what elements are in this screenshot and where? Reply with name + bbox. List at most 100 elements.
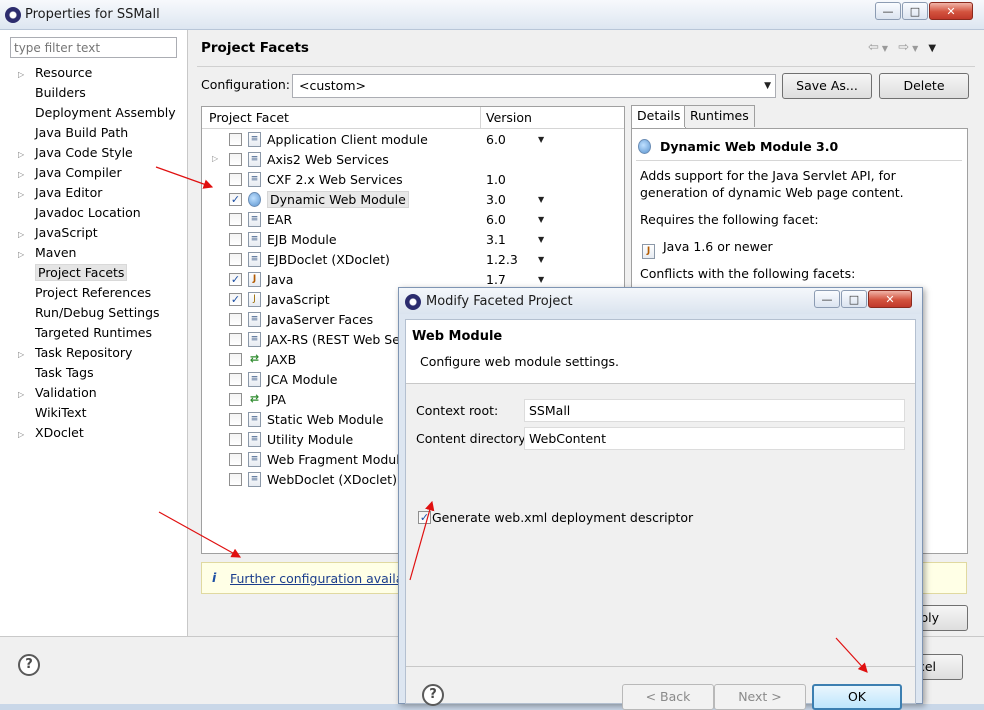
- facet-checkbox[interactable]: ✓: [229, 273, 242, 286]
- facet-checkbox[interactable]: [229, 133, 242, 146]
- maximize-button[interactable]: □: [902, 2, 928, 20]
- facet-checkbox[interactable]: [229, 393, 242, 406]
- tree-expand-icon[interactable]: ▷: [212, 154, 218, 163]
- nav-item[interactable]: Targeted Runtimes: [18, 323, 152, 343]
- tree-expand-icon[interactable]: ▷: [18, 385, 35, 405]
- tree-expand-icon[interactable]: ▷: [18, 245, 35, 265]
- dialog-close-button[interactable]: ✕: [868, 290, 912, 308]
- facet-row[interactable]: ≡ Application Client module 6.0 ▼: [202, 130, 624, 150]
- dialog-help-icon[interactable]: ?: [422, 684, 444, 706]
- nav-item[interactable]: ▷ Maven: [18, 243, 76, 263]
- version-dropdown-icon[interactable]: ▼: [538, 215, 544, 224]
- facet-row[interactable]: ≡ EAR 6.0 ▼: [202, 210, 624, 230]
- facet-row[interactable]: ≡ CXF 2.x Web Services 1.0: [202, 170, 624, 190]
- facet-version[interactable]: 3.0: [486, 192, 506, 207]
- facet-version[interactable]: 3.1: [486, 232, 506, 247]
- ok-button[interactable]: OK: [812, 684, 902, 710]
- back-dropdown-icon[interactable]: ▼: [882, 44, 891, 53]
- further-config-link[interactable]: Further configuration availab: [230, 571, 411, 586]
- facet-checkbox[interactable]: [229, 433, 242, 446]
- facet-row[interactable]: ✓ Dynamic Web Module 3.0 ▼: [202, 190, 624, 210]
- tab-runtimes[interactable]: Runtimes: [684, 105, 755, 127]
- close-button[interactable]: ✕: [929, 2, 973, 20]
- facet-checkbox[interactable]: [229, 173, 242, 186]
- back-arrow-icon[interactable]: ⇦: [868, 40, 882, 55]
- nav-item[interactable]: Deployment Assembly: [18, 103, 176, 123]
- version-dropdown-icon[interactable]: ▼: [538, 255, 544, 264]
- tree-expand-icon[interactable]: ▷: [18, 65, 35, 85]
- facet-checkbox[interactable]: [229, 253, 242, 266]
- filter-input[interactable]: [10, 37, 177, 58]
- facet-row[interactable]: ≡ EJBDoclet (XDoclet) 1.2.3 ▼: [202, 250, 624, 270]
- view-menu-icon[interactable]: ▼: [928, 43, 939, 54]
- nav-item[interactable]: Project References: [18, 283, 151, 303]
- nav-item[interactable]: ▷ XDoclet: [18, 423, 84, 443]
- nav-item[interactable]: ▷ Java Code Style: [18, 143, 133, 163]
- version-dropdown-icon[interactable]: ▼: [538, 195, 544, 204]
- configuration-combo[interactable]: <custom> ▼: [292, 74, 776, 98]
- nav-item[interactable]: Run/Debug Settings: [18, 303, 160, 323]
- nav-item[interactable]: WikiText: [18, 403, 87, 423]
- facet-checkbox[interactable]: [229, 373, 242, 386]
- facet-version[interactable]: 6.0: [486, 212, 506, 227]
- context-root-input[interactable]: SSMall: [524, 399, 905, 422]
- facet-checkbox[interactable]: [229, 313, 242, 326]
- delete-button[interactable]: Delete: [879, 73, 969, 99]
- facet-version[interactable]: 1.7: [486, 272, 506, 287]
- next-button[interactable]: Next >: [714, 684, 806, 710]
- facet-checkbox[interactable]: ✓: [229, 193, 242, 206]
- facet-row[interactable]: ▷ ≡ Axis2 Web Services: [202, 150, 624, 170]
- nav-item[interactable]: Task Tags: [18, 363, 94, 383]
- facet-version[interactable]: 6.0: [486, 132, 506, 147]
- facet-checkbox[interactable]: [229, 333, 242, 346]
- version-dropdown-icon[interactable]: ▼: [538, 235, 544, 244]
- facet-checkbox[interactable]: [229, 453, 242, 466]
- version-dropdown-icon[interactable]: ▼: [538, 275, 544, 284]
- minimize-button[interactable]: —: [875, 2, 901, 20]
- main-titlebar[interactable]: Properties for SSMall — □ ✕: [0, 0, 984, 30]
- facet-checkbox[interactable]: [229, 473, 242, 486]
- forward-dropdown-icon[interactable]: ▼: [912, 44, 921, 53]
- facet-checkbox[interactable]: ✓: [229, 293, 242, 306]
- facet-checkbox[interactable]: [229, 353, 242, 366]
- tree-expand-icon[interactable]: ▷: [18, 425, 35, 445]
- dialog-titlebar[interactable]: Modify Faceted Project — □ ✕: [399, 288, 922, 314]
- dialog-minimize-button[interactable]: —: [814, 290, 840, 308]
- tree-expand-icon[interactable]: ▷: [18, 165, 35, 185]
- nav-item[interactable]: Project Facets: [18, 263, 128, 283]
- nav-item[interactable]: Builders: [18, 83, 86, 103]
- forward-arrow-icon[interactable]: ⇨: [898, 40, 912, 55]
- nav-item[interactable]: Java Build Path: [18, 123, 128, 143]
- facet-checkbox[interactable]: [229, 213, 242, 226]
- tree-expand-icon[interactable]: ▷: [18, 145, 35, 165]
- back-button[interactable]: < Back: [622, 684, 714, 710]
- help-icon[interactable]: ?: [18, 654, 40, 676]
- column-header-version[interactable]: Version: [486, 110, 532, 125]
- generate-webxml-checkbox[interactable]: ✓: [418, 511, 431, 524]
- nav-item[interactable]: ▷ Validation: [18, 383, 97, 403]
- tree-expand-icon[interactable]: ▷: [18, 345, 35, 365]
- content-directory-input[interactable]: WebContent: [524, 427, 905, 450]
- generate-webxml-label[interactable]: Generate web.xml deployment descriptor: [432, 510, 693, 525]
- facet-version[interactable]: 1.2.3: [486, 252, 518, 267]
- history-nav[interactable]: ⇦▼ ⇨▼ ▼: [868, 40, 939, 55]
- nav-item[interactable]: ▷ JavaScript: [18, 223, 98, 243]
- nav-item[interactable]: ▷ Java Compiler: [18, 163, 122, 183]
- tree-expand-icon[interactable]: ▷: [18, 225, 35, 245]
- tree-expand-icon[interactable]: ▷: [18, 185, 35, 205]
- column-divider[interactable]: [480, 107, 481, 129]
- nav-item[interactable]: ▷ Java Editor: [18, 183, 102, 203]
- nav-item[interactable]: ▷ Task Repository: [18, 343, 132, 363]
- tab-details[interactable]: Details: [631, 105, 687, 129]
- facet-name: Dynamic Web Module: [267, 191, 409, 208]
- dialog-maximize-button[interactable]: □: [841, 290, 867, 308]
- facet-checkbox[interactable]: [229, 413, 242, 426]
- facet-checkbox[interactable]: [229, 153, 242, 166]
- facet-row[interactable]: ≡ EJB Module 3.1 ▼: [202, 230, 624, 250]
- nav-item[interactable]: Javadoc Location: [18, 203, 141, 223]
- nav-item[interactable]: ▷ Resource: [18, 63, 92, 83]
- save-as-button[interactable]: Save As...: [782, 73, 872, 99]
- version-dropdown-icon[interactable]: ▼: [538, 135, 544, 144]
- facet-checkbox[interactable]: [229, 233, 242, 246]
- column-header-facet[interactable]: Project Facet: [209, 110, 289, 125]
